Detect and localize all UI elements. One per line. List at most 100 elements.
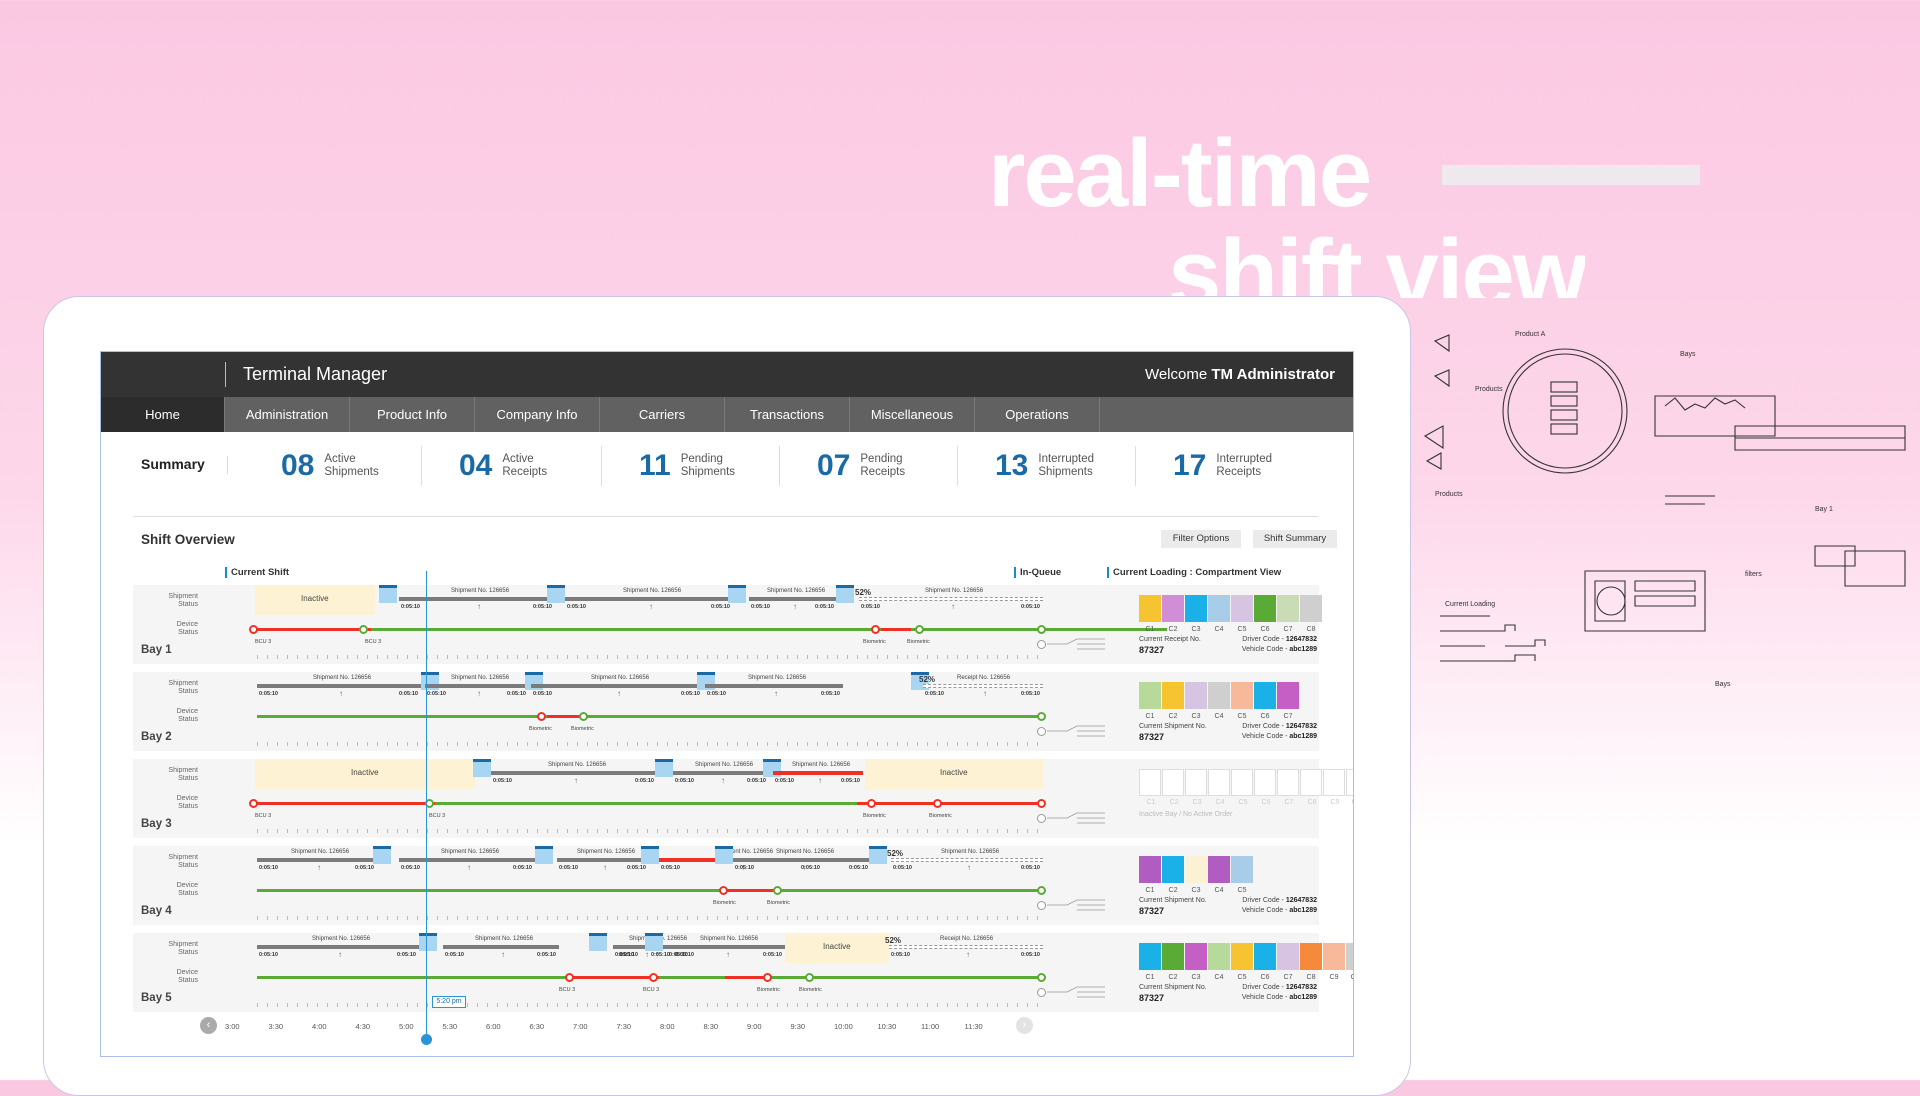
compartment[interactable]: C2: [1162, 682, 1184, 720]
compartment-label: C3: [1191, 974, 1201, 981]
shift-summary-button[interactable]: Shift Summary: [1253, 530, 1337, 548]
compartment[interactable]: C6: [1254, 943, 1276, 981]
compartment[interactable]: C3: [1185, 943, 1207, 981]
nav-administration[interactable]: Administration: [225, 397, 350, 432]
compartment[interactable]: C1: [1139, 682, 1161, 720]
nav-operations[interactable]: Operations: [975, 397, 1100, 432]
shipment-segment[interactable]: [491, 771, 657, 775]
shipment-segment[interactable]: [257, 684, 421, 688]
time-scrubber-handle[interactable]: [421, 1034, 432, 1045]
shipment-segment[interactable]: [257, 858, 377, 862]
stat-interrupted-shipments[interactable]: 13 Interrupted Shipments: [995, 446, 1094, 486]
elapsed-time: 0:05:10: [427, 691, 446, 697]
tick-marks: [257, 655, 1043, 659]
compartment[interactable]: C4: [1208, 856, 1230, 894]
shipment-segment[interactable]: [859, 597, 1043, 601]
compartment[interactable]: C1: [1139, 943, 1161, 981]
shipment-segment[interactable]: [565, 597, 733, 601]
shipment-segment[interactable]: [891, 858, 1043, 862]
queue-connector-icon: [1047, 812, 1105, 824]
compartment[interactable]: C5: [1231, 769, 1253, 806]
compartment[interactable]: C2: [1162, 769, 1184, 806]
elapsed-time: 0:05:10: [735, 865, 754, 871]
compartment[interactable]: C7: [1277, 943, 1299, 981]
compartment[interactable]: C7: [1277, 682, 1299, 720]
compartment[interactable]: C10: [1346, 769, 1353, 806]
shipment-segment[interactable]: [425, 684, 529, 688]
stat-pending-receipts[interactable]: 07 Pending Receipts: [817, 446, 905, 486]
nav-miscellaneous[interactable]: Miscellaneous: [850, 397, 975, 432]
shipment-segment[interactable]: [399, 858, 535, 862]
shipment-segment[interactable]: [531, 684, 703, 688]
compartment[interactable]: C9: [1323, 769, 1345, 806]
device-label: Biometric: [713, 900, 736, 906]
compartment[interactable]: C1: [1139, 595, 1161, 633]
bay-row[interactable]: Bay 3 Shipment Status Device Status Inactive S…: [133, 759, 1353, 838]
compartment[interactable]: C3: [1185, 769, 1207, 806]
compartment[interactable]: C2: [1162, 595, 1184, 633]
stat-label: Interrupted Receipts: [1216, 453, 1272, 478]
compartment[interactable]: C1: [1139, 856, 1161, 894]
compartment[interactable]: C4: [1208, 595, 1230, 633]
shipment-segment[interactable]: [705, 684, 843, 688]
compartment[interactable]: C6: [1254, 769, 1276, 806]
shipment-segment[interactable]: [557, 858, 649, 862]
compartment[interactable]: C1: [1139, 769, 1161, 806]
nav-company-info[interactable]: Company Info: [475, 397, 600, 432]
stat-active-shipments[interactable]: 08 Active Shipments: [281, 446, 379, 486]
inactive-label: Inactive: [351, 768, 379, 777]
compartment[interactable]: C10: [1346, 943, 1353, 981]
shipment-segment[interactable]: [923, 684, 1043, 688]
compartment[interactable]: C5: [1231, 856, 1253, 894]
nav-home[interactable]: Home: [101, 397, 225, 432]
shipment-segment[interactable]: [673, 771, 769, 775]
shipment-segment[interactable]: [749, 597, 837, 601]
timeline-prev-icon[interactable]: ‹: [200, 1017, 217, 1034]
bay-row[interactable]: Bay 5 Shipment Status Device Status Shipment …: [133, 933, 1353, 1012]
compartment-label: C8: [1306, 626, 1316, 633]
bay-row[interactable]: Bay 1 Shipment Status Device Status Inactive S…: [133, 585, 1322, 664]
nav-carriers[interactable]: Carriers: [600, 397, 725, 432]
user-name[interactable]: TM Administrator: [1211, 366, 1335, 383]
compartment[interactable]: C2: [1162, 856, 1184, 894]
shipment-segment[interactable]: [257, 945, 419, 949]
segment-label: Shipment No. 126656: [591, 675, 650, 681]
compartment[interactable]: C8: [1300, 595, 1322, 633]
compartment[interactable]: C8: [1300, 943, 1322, 981]
nav-product-info[interactable]: Product Info: [350, 397, 475, 432]
shipment-segment[interactable]: [773, 771, 863, 775]
shipment-segment[interactable]: [667, 945, 785, 949]
stat-pending-shipments[interactable]: 11 Pending Shipments: [639, 446, 735, 486]
nav-transactions[interactable]: Transactions: [725, 397, 850, 432]
compartment[interactable]: C6: [1254, 595, 1276, 633]
compartment[interactable]: C3: [1185, 856, 1207, 894]
shipment-segment[interactable]: [399, 597, 555, 601]
stat-active-receipts[interactable]: 04 Active Receipts: [459, 446, 547, 486]
compartment[interactable]: C7: [1277, 769, 1299, 806]
compartment[interactable]: C4: [1208, 769, 1230, 806]
compartment[interactable]: C3: [1185, 595, 1207, 633]
compartment[interactable]: C9: [1323, 943, 1345, 981]
compartment[interactable]: C8: [1300, 769, 1322, 806]
bay-row[interactable]: Bay 4 Shipment Status Device Status Shipment …: [133, 846, 1319, 925]
compartment-label: C4: [1214, 887, 1224, 894]
compartment[interactable]: C6: [1254, 682, 1276, 720]
compartment[interactable]: C5: [1231, 682, 1253, 720]
compartment[interactable]: C5: [1231, 943, 1253, 981]
compartment[interactable]: C3: [1185, 682, 1207, 720]
compartment[interactable]: C7: [1277, 595, 1299, 633]
bay-row[interactable]: Bay 2 Shipment Status Device Status Shipment …: [133, 672, 1319, 751]
stat-interrupted-receipts[interactable]: 17 Interrupted Receipts: [1173, 446, 1272, 486]
compartment[interactable]: C2: [1162, 943, 1184, 981]
compartment[interactable]: C5: [1231, 595, 1253, 633]
queue-node: [1037, 727, 1046, 736]
shipment-segment[interactable]: [733, 858, 871, 862]
compartment[interactable]: C4: [1208, 682, 1230, 720]
shipment-segment[interactable]: [889, 945, 1043, 949]
filter-options-button[interactable]: Filter Options: [1161, 530, 1241, 548]
timeline-next-icon[interactable]: ›: [1016, 1017, 1033, 1034]
device-label: Biometric: [767, 900, 790, 906]
compartment[interactable]: C4: [1208, 943, 1230, 981]
shipment-segment[interactable]: [443, 945, 559, 949]
compartment-label: C1: [1146, 799, 1156, 806]
